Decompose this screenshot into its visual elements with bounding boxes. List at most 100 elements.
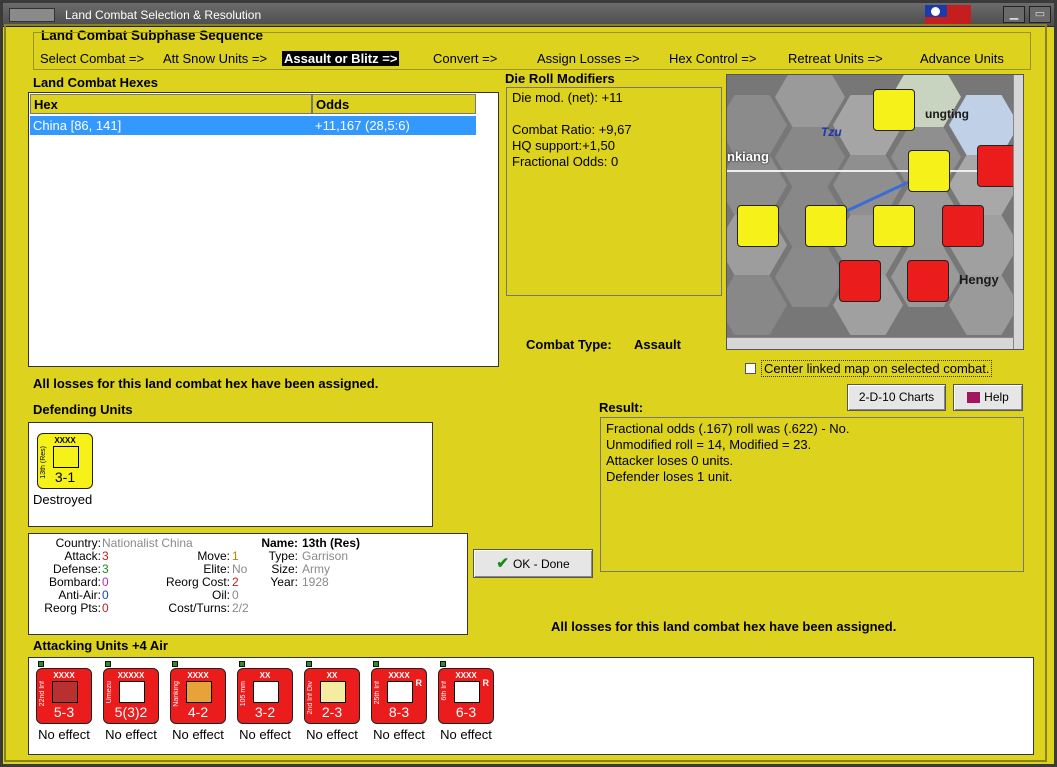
unit-3-status: No effect bbox=[172, 727, 224, 742]
defending-heading: Defending Units bbox=[33, 402, 133, 417]
col-hex[interactable]: Hex bbox=[30, 94, 312, 114]
unit-name: 6th Inf bbox=[441, 681, 448, 701]
reserve-flag: R bbox=[415, 678, 423, 688]
seq-assault-blitz: Assault or Blitz => bbox=[282, 51, 400, 66]
linked-map[interactable]: Tzu nkiang ungting Hengy bbox=[726, 74, 1024, 350]
unit-size: XX bbox=[259, 671, 271, 680]
drm-heading: Die Roll Modifiers bbox=[505, 71, 615, 86]
result-line: Fractional odds (.167) roll was (.622) -… bbox=[606, 421, 850, 436]
unit-6-status: No effect bbox=[373, 727, 425, 742]
drm-box: Die mod. (net): +11 Combat Ratio: +9,67 … bbox=[506, 87, 722, 296]
checkmark-icon: ✔ bbox=[496, 555, 509, 572]
unit-value: 5(3)2 bbox=[114, 704, 148, 720]
minimize-button[interactable]: ▁ bbox=[1003, 6, 1025, 23]
infantry-symbol-icon bbox=[454, 681, 480, 703]
help-label: Help bbox=[984, 390, 1009, 404]
result-line: Attacker loses 0 units. bbox=[606, 453, 734, 468]
attacking-unit-3[interactable]: XXXX Nanking 4-2 bbox=[170, 668, 226, 724]
map-label-tung: ungting bbox=[925, 107, 969, 121]
unit-5-status: No effect bbox=[306, 727, 358, 742]
attacking-unit-4[interactable]: XX 105 mm 3-2 bbox=[237, 668, 293, 724]
seq-att-snow: Att Snow Units => bbox=[163, 51, 268, 66]
unit-name: 22nd Inf bbox=[39, 681, 46, 707]
ok-label: OK - Done bbox=[512, 557, 570, 571]
unit-indicator-icon bbox=[38, 661, 44, 667]
unit-4-status: No effect bbox=[239, 727, 291, 742]
attacking-unit-6[interactable]: XXXX 25th Inf R 8-3 bbox=[371, 668, 427, 724]
unit-2-status: No effect bbox=[105, 727, 157, 742]
country-value: Nationalist China bbox=[102, 536, 193, 550]
infantry-symbol-icon bbox=[320, 681, 346, 703]
attacking-unit-5[interactable]: XX 2nd Inf Div 2-3 bbox=[304, 668, 360, 724]
china-flag-icon bbox=[925, 5, 971, 25]
infantry-symbol-icon bbox=[387, 681, 413, 703]
combat-type-label: Combat Type: bbox=[526, 337, 612, 352]
col-odds[interactable]: Odds bbox=[312, 94, 476, 114]
unit-value: 5-3 bbox=[53, 704, 75, 720]
defending-unit-counter[interactable]: XXXX 13th (Res) 3-1 bbox=[37, 433, 93, 489]
map-vscroll[interactable] bbox=[1013, 75, 1023, 349]
attacking-unit-2[interactable]: XXXXX Umezu 5(3)2 bbox=[103, 668, 159, 724]
unit-value: 3-1 bbox=[54, 469, 76, 485]
result-line: Unmodified roll = 14, Modified = 23. bbox=[606, 437, 812, 452]
reorg-label: Reorg Pts: bbox=[44, 601, 101, 615]
seq-select-combat: Select Combat => bbox=[40, 51, 145, 66]
hex-row-cell[interactable]: China [86, 141] bbox=[30, 116, 312, 135]
attacking-unit-1[interactable]: XXXX 22nd Inf 5-3 bbox=[36, 668, 92, 724]
drm-line: Die mod. (net): +11 bbox=[512, 90, 623, 105]
attack-status: All losses for this land combat hex have… bbox=[551, 619, 897, 634]
unit-size: XXXX bbox=[187, 671, 209, 680]
year-label: Year: bbox=[270, 575, 298, 589]
mountain-symbol-icon bbox=[186, 681, 212, 703]
unit-name: 25th Inf bbox=[374, 681, 381, 705]
artillery-symbol-icon bbox=[253, 681, 279, 703]
result-box: Fractional odds (.167) roll was (.622) -… bbox=[600, 417, 1024, 572]
result-heading: Result: bbox=[599, 400, 644, 415]
unit-value: 6-3 bbox=[455, 704, 477, 720]
center-map-checkbox[interactable] bbox=[745, 363, 756, 374]
year-value: 1928 bbox=[302, 575, 329, 589]
charts-button[interactable]: 2-D-10 Charts bbox=[847, 384, 946, 411]
unit-value: 2-3 bbox=[321, 704, 343, 720]
unit-indicator-icon bbox=[440, 661, 446, 667]
attacking-heading: Attacking Units +4 Air bbox=[33, 638, 168, 653]
map-label-hengy: Hengy bbox=[959, 272, 999, 287]
seq-advance: Advance Units bbox=[920, 51, 1004, 66]
seq-hex-control: Hex Control => bbox=[669, 51, 757, 66]
help-button[interactable]: Help bbox=[953, 384, 1023, 411]
unit-1-status: No effect bbox=[38, 727, 90, 742]
unit-size: XXXXX bbox=[117, 671, 145, 680]
book-icon bbox=[967, 392, 981, 404]
seq-retreat: Retreat Units => bbox=[788, 51, 883, 66]
cost-label: Cost/Turns: bbox=[168, 601, 230, 615]
hq-symbol-icon bbox=[119, 681, 145, 703]
unit-7-status: No effect bbox=[440, 727, 492, 742]
unit-size: XXXX bbox=[53, 671, 75, 680]
drm-line: Combat Ratio: +9,67 bbox=[512, 122, 632, 137]
seq-convert: Convert => bbox=[433, 51, 498, 66]
infantry-symbol-icon bbox=[52, 681, 78, 703]
center-map-label[interactable]: Center linked map on selected combat. bbox=[761, 360, 993, 377]
attacking-unit-7[interactable]: XXXX 6th Inf R 6-3 bbox=[438, 668, 494, 724]
map-label-kiang: nkiang bbox=[727, 149, 769, 164]
combat-type-value: Assault bbox=[634, 337, 681, 352]
unit-size: XXXX bbox=[54, 436, 76, 445]
garrison-symbol-icon bbox=[53, 446, 79, 468]
odds-row-cell[interactable]: +11,167 (28,5:6) bbox=[312, 116, 476, 135]
drm-line-blank bbox=[512, 106, 716, 122]
ok-done-button[interactable]: ✔ OK - Done bbox=[473, 549, 593, 578]
unit-indicator-icon bbox=[373, 661, 379, 667]
result-line: Defender loses 1 unit. bbox=[606, 469, 733, 484]
unit-name: Umezu bbox=[106, 681, 113, 704]
unit-indicator-icon bbox=[239, 661, 245, 667]
seq-assign-losses: Assign Losses => bbox=[537, 51, 640, 66]
cost-value: 2/2 bbox=[232, 601, 249, 615]
unit-indicator-icon bbox=[172, 661, 178, 667]
close-button[interactable]: ▭ bbox=[1029, 6, 1051, 23]
system-menu-icon[interactable] bbox=[9, 8, 55, 22]
unit-indicator-icon bbox=[306, 661, 312, 667]
unit-name: 105 mm bbox=[240, 681, 247, 707]
map-hscroll[interactable] bbox=[727, 337, 1013, 349]
unit-value: 4-2 bbox=[187, 704, 209, 720]
hexes-heading: Land Combat Hexes bbox=[33, 75, 158, 90]
